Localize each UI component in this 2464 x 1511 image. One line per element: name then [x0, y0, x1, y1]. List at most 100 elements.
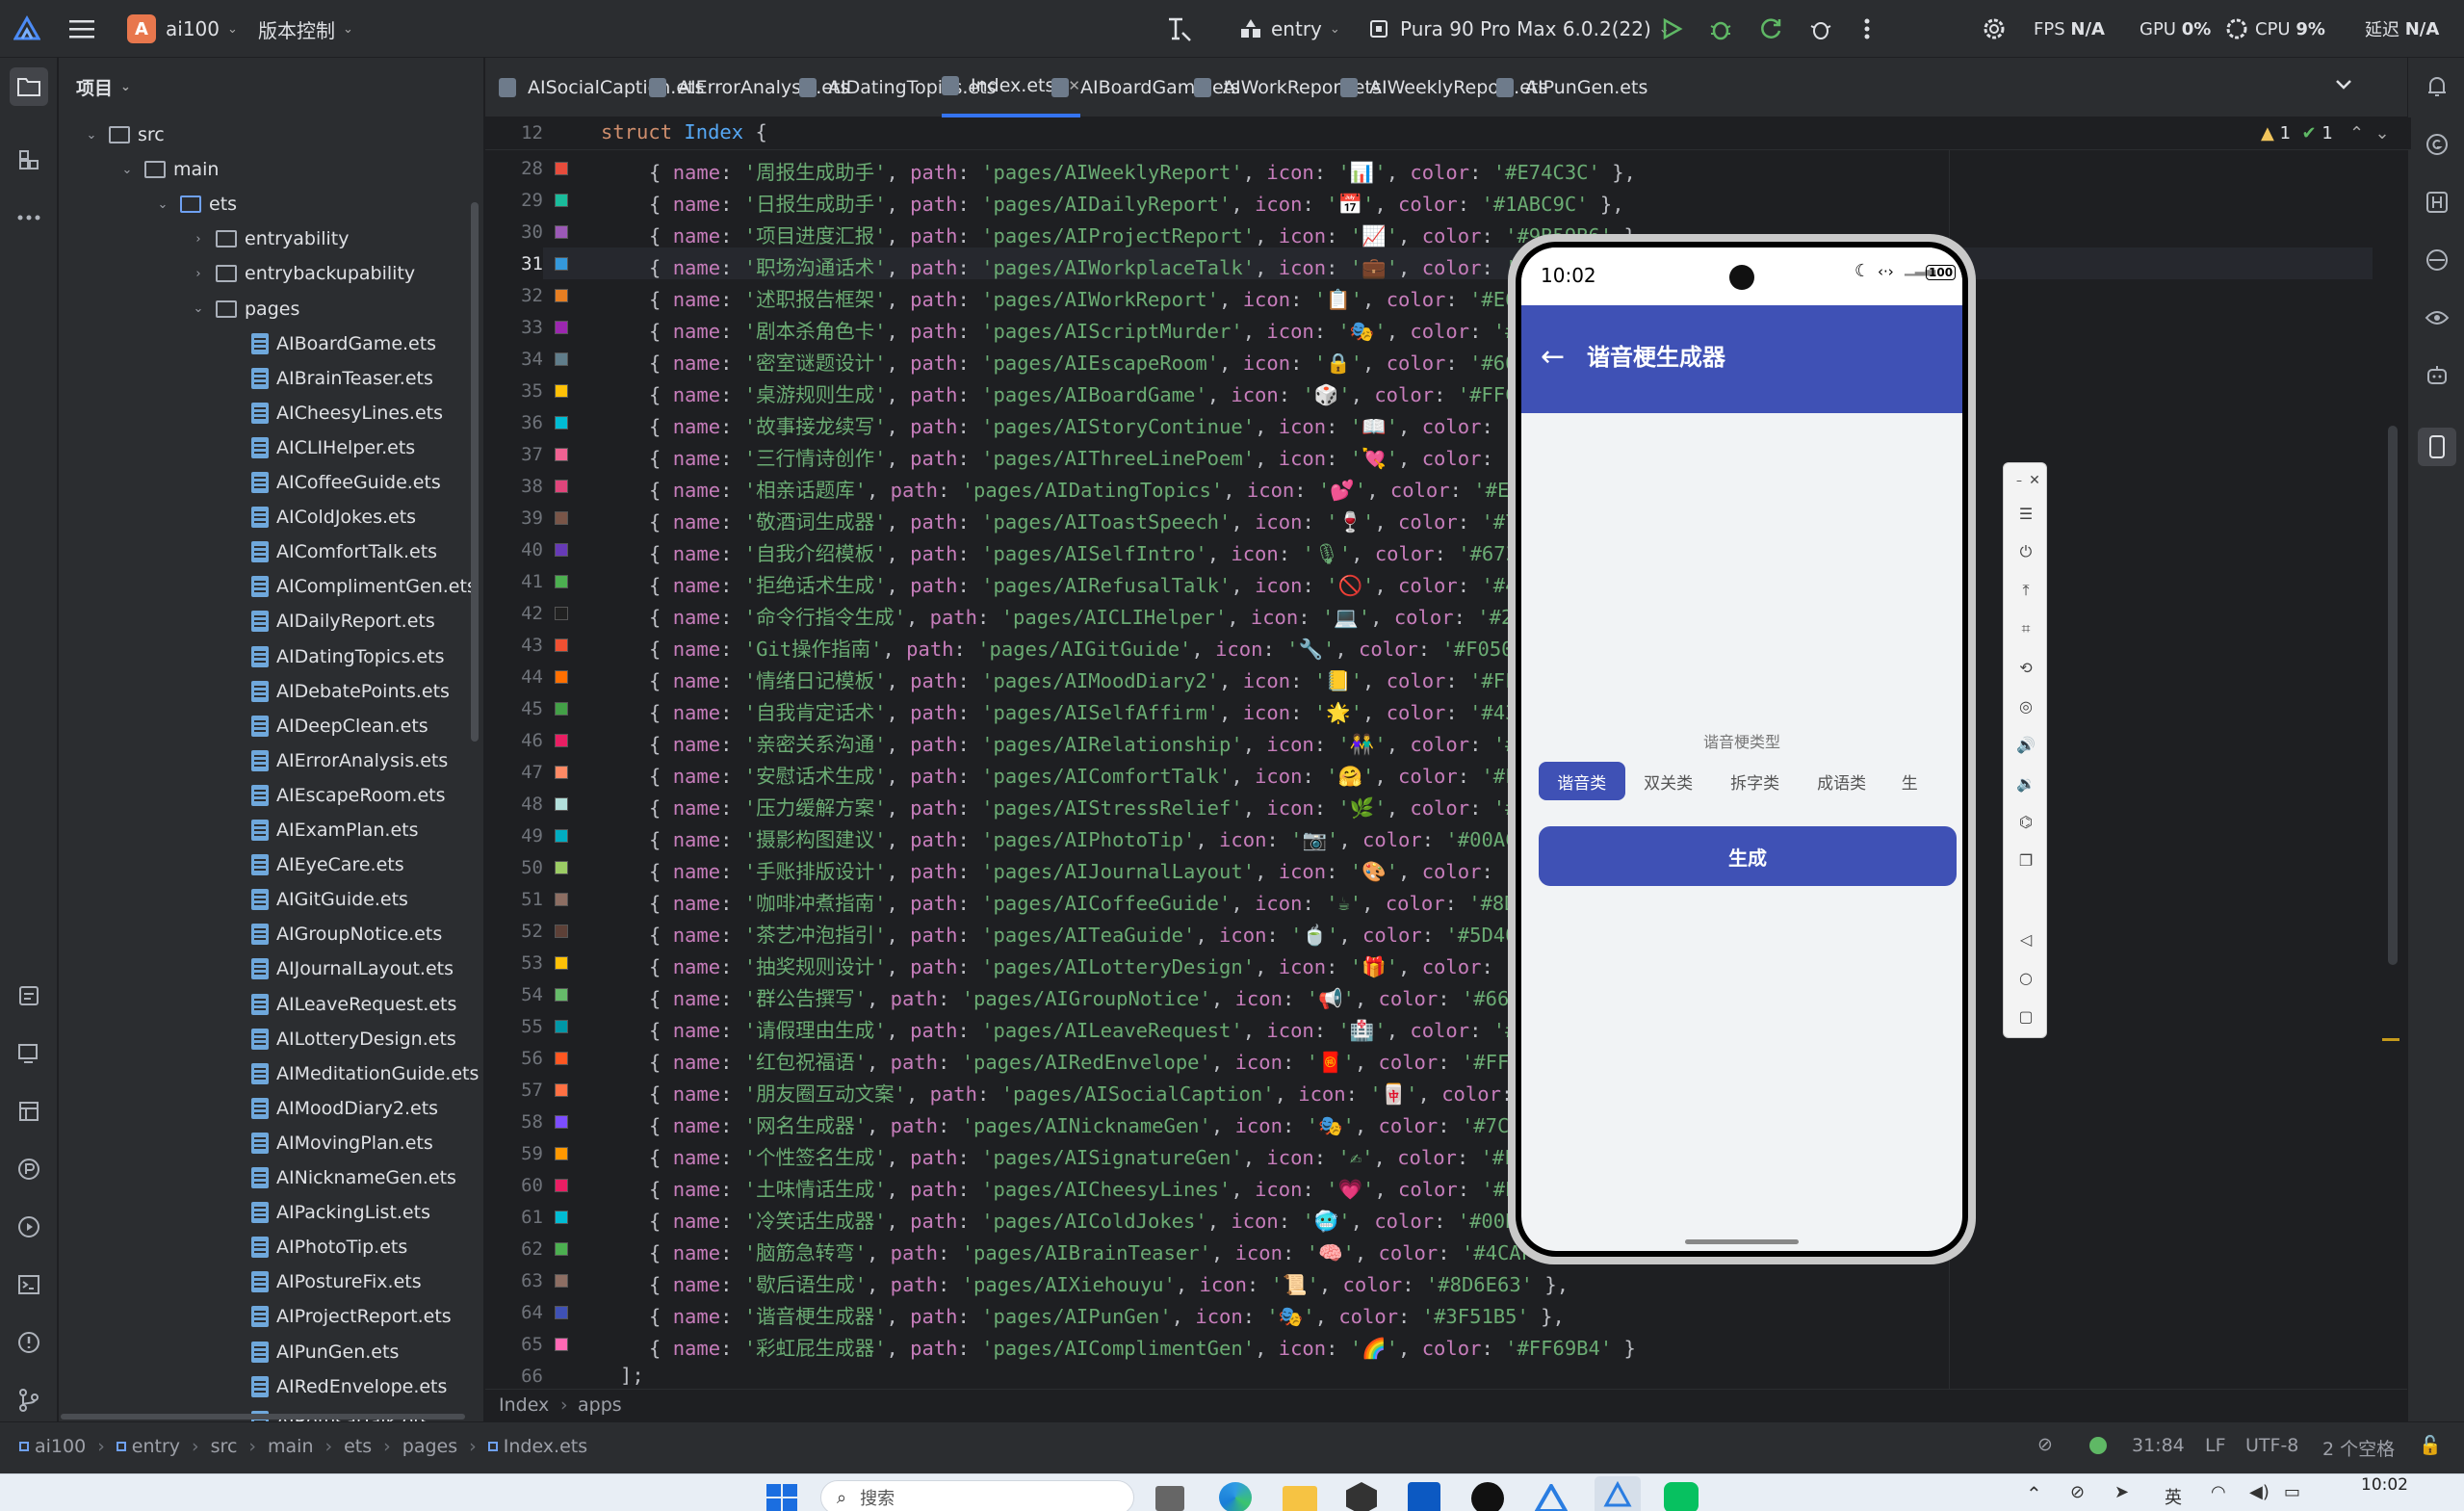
- line-ending[interactable]: LF: [2205, 1435, 2226, 1456]
- project-folder-icon[interactable]: [10, 67, 48, 106]
- ime-indicator[interactable]: 英: [2165, 1484, 2182, 1509]
- color-swatch[interactable]: [555, 416, 568, 430]
- tree-folder-item[interactable]: ⌄ pages: [59, 292, 483, 326]
- tree-file-item[interactable]: AIBoardGame.ets: [59, 326, 483, 361]
- color-swatch[interactable]: [555, 1147, 568, 1160]
- tray-clock[interactable]: 10:02: [2361, 1475, 2408, 1495]
- tree-file-item[interactable]: AIPhotoTip.ets: [59, 1230, 483, 1264]
- location-icon[interactable]: ◎: [2012, 692, 2039, 719]
- color-swatch[interactable]: [555, 257, 568, 271]
- chevron-right-icon[interactable]: ›: [191, 267, 206, 281]
- battery-tray-icon[interactable]: ▭: [2284, 1482, 2300, 1502]
- device-selector[interactable]: Pura 90 Pro Max 6.0.2(22) ⌄: [1367, 0, 1670, 58]
- tree-file-item[interactable]: AIComfortTalk.ets: [59, 534, 483, 569]
- tree-folder-item[interactable]: ⌄ main: [59, 152, 483, 187]
- color-swatch[interactable]: [555, 925, 568, 938]
- tree-hscrollbar[interactable]: [59, 1414, 482, 1421]
- copy-icon[interactable]: ❐: [2012, 847, 2039, 873]
- pun-type-option[interactable]: 双关类: [1628, 762, 1708, 800]
- color-swatch[interactable]: [555, 638, 568, 652]
- codegenie-icon[interactable]: [2418, 125, 2456, 164]
- tree-file-item[interactable]: AIPostureFix.ets: [59, 1264, 483, 1299]
- status-ok-indicator[interactable]: [2089, 1437, 2107, 1454]
- services-play-icon[interactable]: [10, 1208, 48, 1246]
- color-swatch[interactable]: [555, 829, 568, 843]
- color-swatch[interactable]: [555, 670, 568, 684]
- status-crumb[interactable]: ai100: [35, 1436, 86, 1457]
- edge-browser-icon[interactable]: [1219, 1482, 1252, 1511]
- volume-icon[interactable]: ◀): [2249, 1482, 2269, 1502]
- structure-icon[interactable]: [10, 141, 48, 179]
- color-swatch[interactable]: [555, 543, 568, 557]
- chevron-down-icon[interactable]: ⌄: [155, 197, 170, 212]
- chevron-down-icon[interactable]: ⌄: [119, 163, 135, 177]
- color-swatch[interactable]: [555, 1211, 568, 1224]
- color-swatch[interactable]: [555, 893, 568, 906]
- tab-overflow-chevron-icon[interactable]: [2334, 77, 2353, 95]
- color-swatch[interactable]: [555, 321, 568, 334]
- run-config-selector[interactable]: entry ⌄: [1238, 0, 1340, 58]
- color-swatch[interactable]: [555, 861, 568, 874]
- ai-assistant-icon[interactable]: [2418, 356, 2456, 395]
- run-button[interactable]: [1660, 0, 1683, 58]
- code-editor[interactable]: 12 struct Index { ▲ 1 ✔ 1 ⌃ ⌄ 28 { name: …: [485, 117, 2411, 1389]
- color-swatch[interactable]: [555, 797, 568, 811]
- windows-start-icon[interactable]: [766, 1484, 797, 1511]
- color-swatch[interactable]: [555, 956, 568, 970]
- warning-stripe-marker[interactable]: [2382, 1038, 2399, 1041]
- color-swatch[interactable]: [555, 480, 568, 493]
- todo-icon[interactable]: [10, 977, 48, 1015]
- taskbar-search-box[interactable]: ⌕ 搜索: [820, 1480, 1134, 1511]
- harmony-h-icon[interactable]: [2418, 183, 2456, 221]
- status-crumb[interactable]: pages: [402, 1436, 457, 1457]
- color-swatch[interactable]: [555, 988, 568, 1002]
- wifi-icon[interactable]: ◠: [2211, 1482, 2226, 1502]
- nav-home-icon[interactable]: ○: [2012, 964, 2039, 991]
- deveco-studio-icon[interactable]: [1534, 1481, 1569, 1511]
- color-swatch[interactable]: [555, 352, 568, 366]
- eye-icon[interactable]: [2418, 299, 2456, 337]
- tree-file-item[interactable]: AIGitGuide.ets: [59, 882, 483, 917]
- inspection-widget[interactable]: ▲ 1 ✔ 1 ⌃ ⌄: [2261, 123, 2390, 143]
- app-logo-icon[interactable]: [13, 0, 40, 58]
- power-icon[interactable]: ⏻: [2012, 538, 2039, 565]
- profiler-button[interactable]: [1808, 0, 1833, 58]
- tree-file-item[interactable]: AIPackingList.ets: [59, 1195, 483, 1230]
- pun-type-option[interactable]: 拆字类: [1715, 762, 1795, 800]
- tree-file-item[interactable]: AIColdJokes.ets: [59, 500, 483, 534]
- debug-button[interactable]: [1708, 0, 1733, 58]
- tree-file-item[interactable]: AIEyeCare.ets: [59, 847, 483, 882]
- crumb-apps[interactable]: apps: [578, 1394, 622, 1416]
- color-swatch[interactable]: [555, 1020, 568, 1033]
- tree-file-item[interactable]: AIDeepClean.ets: [59, 709, 483, 743]
- color-swatch[interactable]: [555, 1242, 568, 1256]
- tree-scrollbar[interactable]: [471, 202, 479, 742]
- nav-recents-icon[interactable]: ▢: [2012, 1003, 2039, 1029]
- pun-type-option[interactable]: 成语类: [1802, 762, 1881, 800]
- github-icon[interactable]: [1471, 1482, 1504, 1511]
- tree-file-item[interactable]: AIExamPlan.ets: [59, 813, 483, 847]
- volume-down-icon[interactable]: 🔉: [2012, 769, 2039, 796]
- editor-tab[interactable]: AIPunGen.ets: [1496, 58, 1647, 117]
- indent-setting[interactable]: 2 个空格: [2322, 1435, 2395, 1461]
- tree-file-item[interactable]: AIDailyReport.ets: [59, 604, 483, 638]
- active-app-highlight[interactable]: [1595, 1476, 1641, 1511]
- tree-file-item[interactable]: AILeaveRequest.ets: [59, 987, 483, 1022]
- color-swatch[interactable]: [555, 289, 568, 302]
- notifications-bell-icon[interactable]: [2418, 67, 2456, 106]
- tree-file-item[interactable]: AIMovingPlan.ets: [59, 1126, 483, 1160]
- fold-icon[interactable]: ⌬: [2012, 808, 2039, 835]
- device-screen[interactable]: 10:02 ☾ ‹·› ▁▂▃ 100 ← 谐音梗生成器 谐音梗类型 谐音类 双关…: [1521, 247, 1962, 1251]
- tree-file-item[interactable]: AIGroupNotice.ets: [59, 917, 483, 951]
- git-icon[interactable]: [10, 1381, 48, 1420]
- vcs-menu[interactable]: 版本控制 ⌄: [258, 0, 353, 58]
- main-menu-icon[interactable]: [69, 0, 94, 58]
- monitor-gear-icon[interactable]: [2224, 0, 2249, 58]
- color-swatch[interactable]: [555, 448, 568, 461]
- status-crumb[interactable]: Index.ets: [504, 1436, 587, 1457]
- tree-file-item[interactable]: AIMeditationGuide.ets: [59, 1056, 483, 1091]
- task-view-icon[interactable]: [1155, 1486, 1184, 1511]
- color-swatch[interactable]: [555, 1052, 568, 1065]
- color-swatch[interactable]: [555, 225, 568, 239]
- terminal-icon[interactable]: [10, 1265, 48, 1304]
